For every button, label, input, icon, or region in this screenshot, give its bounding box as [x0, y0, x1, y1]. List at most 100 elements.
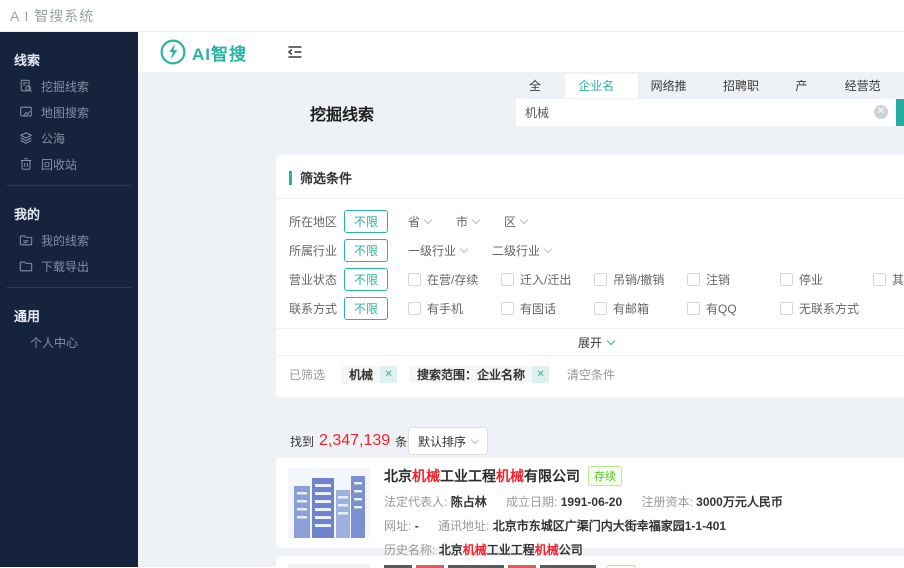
- checkbox[interactable]: [780, 273, 793, 286]
- sidebar-item-label: 地图搜索: [41, 104, 89, 121]
- filter-row-region: 所在地区 不限 省 市 区: [276, 207, 904, 236]
- expand-filters-button[interactable]: 展开: [276, 329, 904, 355]
- logo-bolt-icon: [160, 39, 186, 65]
- remove-tag-icon[interactable]: ✕: [532, 366, 549, 383]
- tab-web-promo[interactable]: 网络推广: [638, 74, 710, 98]
- sidebar-item-label: 公海: [41, 130, 65, 147]
- checkbox[interactable]: [780, 302, 793, 315]
- checkbox-option[interactable]: 其他: [873, 271, 904, 288]
- sidebar-item-label: 下载导出: [41, 258, 89, 275]
- city-dropdown[interactable]: 市: [456, 213, 479, 230]
- checkbox-option[interactable]: 停业: [780, 271, 873, 288]
- unlimited-button[interactable]: 不限: [344, 239, 388, 262]
- tab-products[interactable]: 产品: [782, 74, 831, 98]
- remove-tag-icon[interactable]: ✕: [380, 366, 397, 383]
- chevron-down-icon: [544, 245, 552, 253]
- checkbox[interactable]: [501, 273, 514, 286]
- sidebar-divider: [6, 185, 132, 186]
- checkbox-option[interactable]: 有手机: [408, 300, 501, 317]
- my-leads-folder-icon: [19, 233, 33, 247]
- window-titlebar: A I 智搜系统: [0, 0, 904, 32]
- sidebar-divider: [6, 287, 132, 288]
- sidebar-item-my-leads[interactable]: 我的线索: [0, 227, 138, 253]
- checkbox[interactable]: [594, 273, 607, 286]
- search-scope-tabs: 全部 企业名称 网络推广 招聘职位 产品 经营范围: [516, 74, 904, 98]
- tab-all[interactable]: 全部: [516, 74, 565, 98]
- checkbox[interactable]: [687, 302, 700, 315]
- selected-filters-row: 已筛选 机械 ✕ 搜索范围：企业名称 ✕ 清空条件: [276, 356, 904, 397]
- checkbox-option[interactable]: 无联系方式: [780, 300, 873, 317]
- result-meta-line: 法定代表人: 陈占林 成立日期: 1991-06-20 注册资本: 3000万元…: [384, 493, 904, 510]
- tab-company-name[interactable]: 企业名称: [565, 74, 637, 98]
- chevron-down-icon: [471, 435, 479, 443]
- download-folder-icon: [19, 259, 33, 273]
- chevron-down-icon: [472, 216, 480, 224]
- sort-dropdown[interactable]: 默认排序: [408, 427, 488, 455]
- sidebar-item-label: 个人中心: [30, 334, 78, 351]
- tab-job-postings[interactable]: 招聘职位: [710, 74, 782, 98]
- result-card-partial[interactable]: [276, 556, 904, 568]
- district-dropdown[interactable]: 区: [504, 213, 527, 230]
- selected-filters-label: 已筛选: [289, 366, 325, 383]
- results-toolbar: 找到 2,347,139 条 默认排序: [276, 427, 904, 455]
- layers-icon: [19, 131, 33, 145]
- unlimited-button[interactable]: 不限: [344, 297, 388, 320]
- chevron-down-icon: [520, 216, 528, 224]
- province-dropdown[interactable]: 省: [408, 213, 431, 230]
- filter-label: 所在地区: [289, 213, 337, 230]
- search-box: ✕: [516, 99, 896, 126]
- keyword-highlight: 机械: [496, 468, 524, 484]
- checkbox[interactable]: [873, 273, 886, 286]
- industry-l1-dropdown[interactable]: 一级行业: [408, 242, 467, 259]
- map-search-icon: [19, 105, 33, 119]
- keyword-highlight: 机械: [535, 543, 559, 557]
- keyword-highlight: 机械: [412, 468, 440, 484]
- sidebar-section-general: 通用: [14, 306, 138, 325]
- sidebar-item-label: 我的线索: [41, 232, 89, 249]
- checkbox[interactable]: [408, 302, 421, 315]
- filter-row-contact-method: 联系方式 不限 有手机 有固话 有邮箱 有QQ 无联系方式: [276, 294, 904, 323]
- count-suffix: 条: [395, 433, 407, 450]
- result-card[interactable]: 北京机械工业工程机械有限公司 存续 法定代表人: 陈占林 成立日期: 1991-…: [276, 458, 904, 548]
- checkbox-option[interactable]: 吊销/撤销: [594, 271, 687, 288]
- checkbox[interactable]: [594, 302, 607, 315]
- checkbox-option[interactable]: 有固话: [501, 300, 594, 317]
- checkbox-option[interactable]: 迁入/迁出: [501, 271, 594, 288]
- app-header: AI智搜: [138, 32, 904, 72]
- checkbox-option[interactable]: 注销: [687, 271, 780, 288]
- unlimited-button[interactable]: 不限: [344, 210, 388, 233]
- checkbox-option[interactable]: 有邮箱: [594, 300, 687, 317]
- page-title: 挖掘线索: [310, 101, 374, 125]
- checkbox-option[interactable]: 在营/存续: [408, 271, 501, 288]
- company-name[interactable]: 北京机械工业工程机械有限公司 存续: [384, 466, 904, 486]
- logo-text: AI智搜: [192, 40, 247, 65]
- sidebar-section-leads: 线索: [14, 50, 138, 69]
- sidebar-item-public-pool[interactable]: 公海: [0, 125, 138, 151]
- keyword-highlight: 机械: [463, 543, 487, 557]
- chevron-down-icon: [460, 245, 468, 253]
- sidebar-item-personal-center[interactable]: 个人中心: [0, 329, 138, 355]
- sidebar-item-map-search[interactable]: 地图搜索: [0, 99, 138, 125]
- sidebar-item-mine-leads[interactable]: 挖掘线索: [0, 73, 138, 99]
- sidebar-item-recycle-bin[interactable]: 回收站: [0, 151, 138, 177]
- unlimited-button[interactable]: 不限: [344, 268, 388, 291]
- search-input[interactable]: [516, 99, 896, 126]
- recycle-bin-icon: [19, 157, 33, 171]
- filter-label: 营业状态: [289, 271, 337, 288]
- filter-panel: 筛选条件 所在地区 不限 省 市 区 所属行业 不限 一级行业 二级行业 营业状…: [276, 155, 904, 397]
- clear-filters-link[interactable]: 清空条件: [567, 366, 615, 383]
- sidebar-item-download-export[interactable]: 下载导出: [0, 253, 138, 279]
- checkbox[interactable]: [687, 273, 700, 286]
- clear-search-icon[interactable]: ✕: [874, 105, 888, 119]
- search-button[interactable]: [896, 99, 904, 126]
- checkbox-option[interactable]: 有QQ: [687, 300, 780, 317]
- tab-business-scope[interactable]: 经营范围: [832, 74, 904, 98]
- menu-fold-icon[interactable]: [285, 42, 305, 62]
- window-title: A I 智搜系统: [10, 6, 94, 26]
- checkbox[interactable]: [408, 273, 421, 286]
- company-thumbnail: [288, 564, 370, 568]
- filter-tag-keyword: 机械 ✕: [341, 366, 397, 383]
- industry-l2-dropdown[interactable]: 二级行业: [492, 242, 551, 259]
- count-prefix: 找到: [290, 433, 314, 450]
- checkbox[interactable]: [501, 302, 514, 315]
